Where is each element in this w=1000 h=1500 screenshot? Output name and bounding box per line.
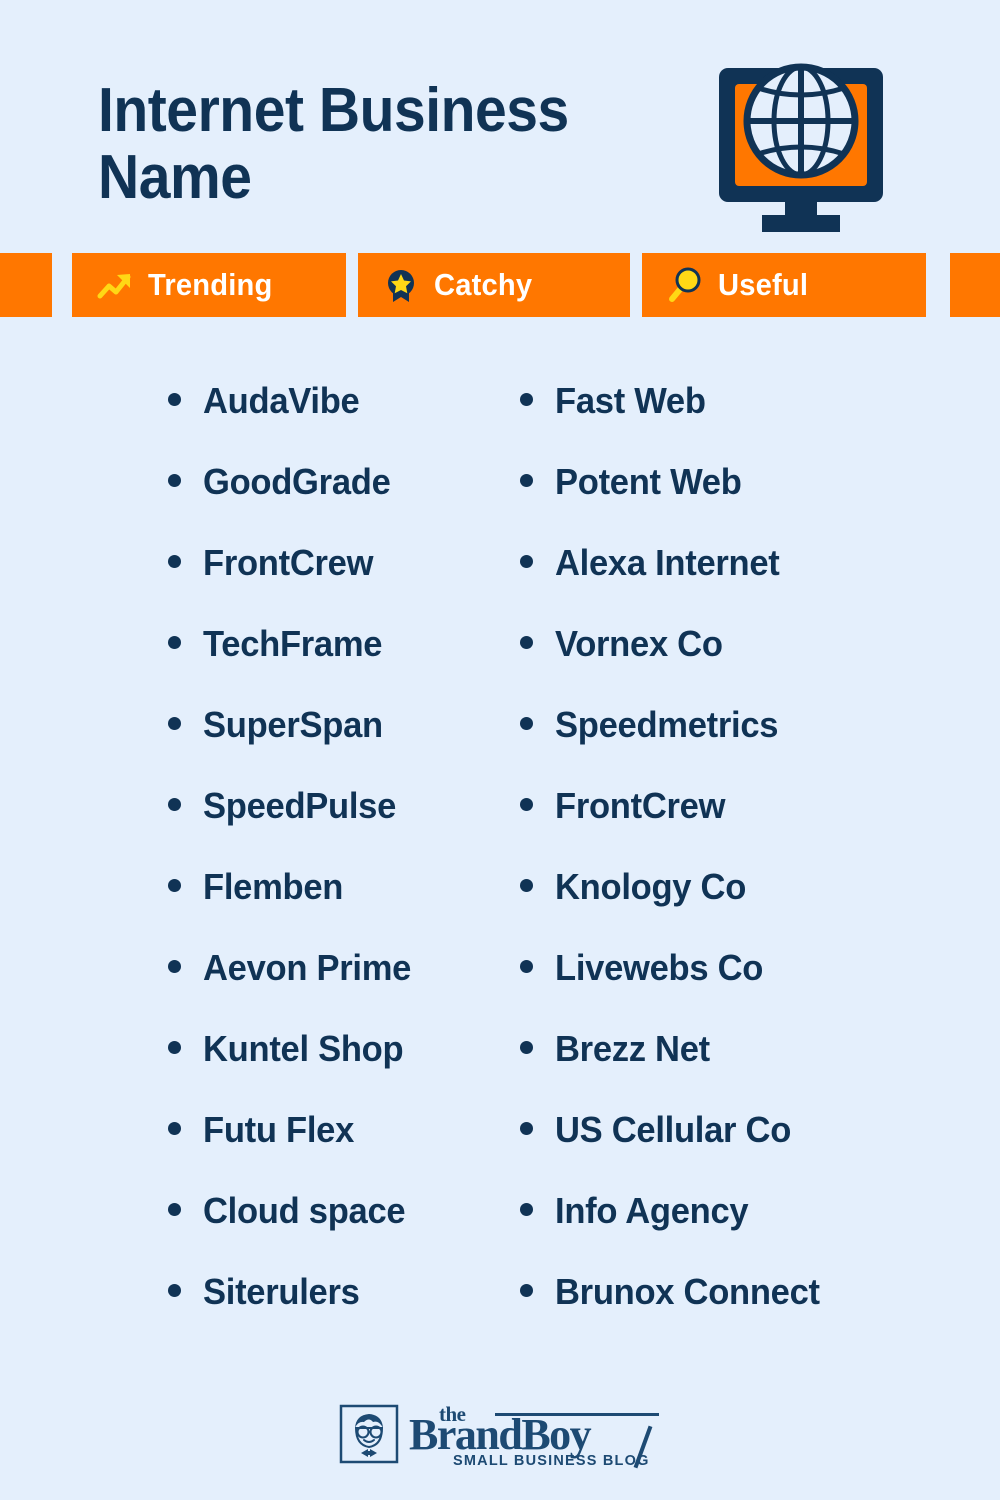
list-item-label: Fast Web bbox=[555, 380, 706, 421]
list-item-label: AudaVibe bbox=[203, 380, 360, 421]
list-item-label: Futu Flex bbox=[203, 1109, 355, 1150]
monitor-globe-icon bbox=[706, 55, 896, 235]
name-lists: AudaVibe GoodGrade FrontCrew TechFrame S… bbox=[0, 380, 1000, 1352]
bullet-icon bbox=[520, 960, 533, 973]
list-item-label: Speedmetrics bbox=[555, 704, 779, 745]
bullet-icon bbox=[168, 393, 181, 406]
list-left-column: AudaVibe GoodGrade FrontCrew TechFrame S… bbox=[168, 380, 498, 1352]
brandboy-logo[interactable]: the BrandBoy SMALL BUSINESS BLOG bbox=[339, 1402, 661, 1469]
list-item-label: Potent Web bbox=[555, 461, 742, 502]
badge-bar-left-edge bbox=[0, 253, 52, 317]
list-item[interactable]: Flemben bbox=[168, 866, 498, 947]
list-item-label: TechFrame bbox=[203, 623, 383, 664]
list-item[interactable]: FrontCrew bbox=[520, 785, 940, 866]
logo-main: BrandBoy bbox=[409, 1410, 592, 1459]
bullet-icon bbox=[520, 1203, 533, 1216]
list-item[interactable]: US Cellular Co bbox=[520, 1109, 940, 1190]
list-item[interactable]: Cloud space bbox=[168, 1190, 498, 1271]
list-item[interactable]: GoodGrade bbox=[168, 461, 498, 542]
infographic-page: Internet Business Name Trending Catchy U… bbox=[0, 0, 1000, 1500]
footer: the BrandBoy SMALL BUSINESS BLOG bbox=[0, 1388, 1000, 1480]
bullet-icon bbox=[168, 1284, 181, 1297]
logo-tagline: SMALL BUSINESS BLOG bbox=[453, 1453, 650, 1469]
list-item[interactable]: SuperSpan bbox=[168, 704, 498, 785]
bullet-icon bbox=[520, 1122, 533, 1135]
bullet-icon bbox=[520, 1284, 533, 1297]
badge-trending-label: Trending bbox=[148, 267, 273, 302]
list-item-label: Alexa Internet bbox=[555, 542, 780, 583]
list-item-label: Siterulers bbox=[203, 1271, 360, 1312]
bullet-icon bbox=[168, 555, 181, 568]
list-item-label: SpeedPulse bbox=[203, 785, 397, 826]
bullet-icon bbox=[520, 1041, 533, 1054]
list-item-label: Cloud space bbox=[203, 1190, 406, 1231]
bullet-icon bbox=[168, 474, 181, 487]
badge-bar-right-edge bbox=[950, 253, 1000, 317]
bullet-icon bbox=[520, 474, 533, 487]
badge-useful[interactable]: Useful bbox=[642, 253, 926, 317]
magnifying-glass-icon bbox=[666, 266, 704, 304]
bullet-icon bbox=[168, 1041, 181, 1054]
list-item-label: Livewebs Co bbox=[555, 947, 764, 988]
badge-trending[interactable]: Trending bbox=[72, 253, 346, 317]
badge-useful-label: Useful bbox=[718, 267, 809, 302]
list-item-label: Brezz Net bbox=[555, 1028, 710, 1069]
page-title: Internet Business Name bbox=[98, 76, 569, 212]
badge-catchy-label: Catchy bbox=[434, 267, 533, 302]
list-item[interactable]: Livewebs Co bbox=[520, 947, 940, 1028]
list-item[interactable]: Aevon Prime bbox=[168, 947, 498, 1028]
list-item[interactable]: Info Agency bbox=[520, 1190, 940, 1271]
list-item[interactable]: AudaVibe bbox=[168, 380, 498, 461]
header: Internet Business Name bbox=[0, 0, 1000, 253]
badge-catchy[interactable]: Catchy bbox=[358, 253, 630, 317]
list-item-label: Aevon Prime bbox=[203, 947, 412, 988]
bullet-icon bbox=[168, 960, 181, 973]
bullet-icon bbox=[168, 636, 181, 649]
bullet-icon bbox=[168, 1203, 181, 1216]
list-item[interactable]: SpeedPulse bbox=[168, 785, 498, 866]
logo-wordmark: the BrandBoy SMALL BUSINESS BLOG bbox=[409, 1402, 661, 1469]
list-item-label: GoodGrade bbox=[203, 461, 391, 502]
list-item-label: Brunox Connect bbox=[555, 1271, 820, 1312]
list-item[interactable]: Siterulers bbox=[168, 1271, 498, 1352]
list-item-label: Info Agency bbox=[555, 1190, 749, 1231]
list-item-label: Vornex Co bbox=[555, 623, 723, 664]
list-item[interactable]: Alexa Internet bbox=[520, 542, 940, 623]
list-item[interactable]: TechFrame bbox=[168, 623, 498, 704]
list-item[interactable]: Brunox Connect bbox=[520, 1271, 940, 1352]
boy-with-glasses-icon bbox=[339, 1404, 399, 1464]
trending-up-arrow-icon bbox=[96, 266, 134, 304]
list-item[interactable]: Speedmetrics bbox=[520, 704, 940, 785]
bullet-icon bbox=[520, 393, 533, 406]
bullet-icon bbox=[520, 798, 533, 811]
bullet-icon bbox=[168, 717, 181, 730]
bullet-icon bbox=[520, 879, 533, 892]
badge-bar: Trending Catchy Useful bbox=[0, 253, 1000, 317]
bullet-icon bbox=[168, 879, 181, 892]
list-item-label: Knology Co bbox=[555, 866, 747, 907]
award-star-ribbon-icon bbox=[382, 266, 420, 304]
list-item[interactable]: Vornex Co bbox=[520, 623, 940, 704]
list-item-label: US Cellular Co bbox=[555, 1109, 792, 1150]
list-item-label: Flemben bbox=[203, 866, 344, 907]
bullet-icon bbox=[520, 555, 533, 568]
list-item[interactable]: Kuntel Shop bbox=[168, 1028, 498, 1109]
list-right-column: Fast Web Potent Web Alexa Internet Vorne… bbox=[520, 380, 940, 1352]
list-item[interactable]: Potent Web bbox=[520, 461, 940, 542]
list-item-label: FrontCrew bbox=[555, 785, 726, 826]
list-item[interactable]: Fast Web bbox=[520, 380, 940, 461]
list-item-label: SuperSpan bbox=[203, 704, 383, 745]
bullet-icon bbox=[520, 636, 533, 649]
list-item[interactable]: Brezz Net bbox=[520, 1028, 940, 1109]
list-item[interactable]: Futu Flex bbox=[168, 1109, 498, 1190]
list-item-label: Kuntel Shop bbox=[203, 1028, 404, 1069]
bullet-icon bbox=[168, 1122, 181, 1135]
list-item[interactable]: Knology Co bbox=[520, 866, 940, 947]
list-item[interactable]: FrontCrew bbox=[168, 542, 498, 623]
list-item-label: FrontCrew bbox=[203, 542, 374, 583]
bullet-icon bbox=[168, 798, 181, 811]
bullet-icon bbox=[520, 717, 533, 730]
